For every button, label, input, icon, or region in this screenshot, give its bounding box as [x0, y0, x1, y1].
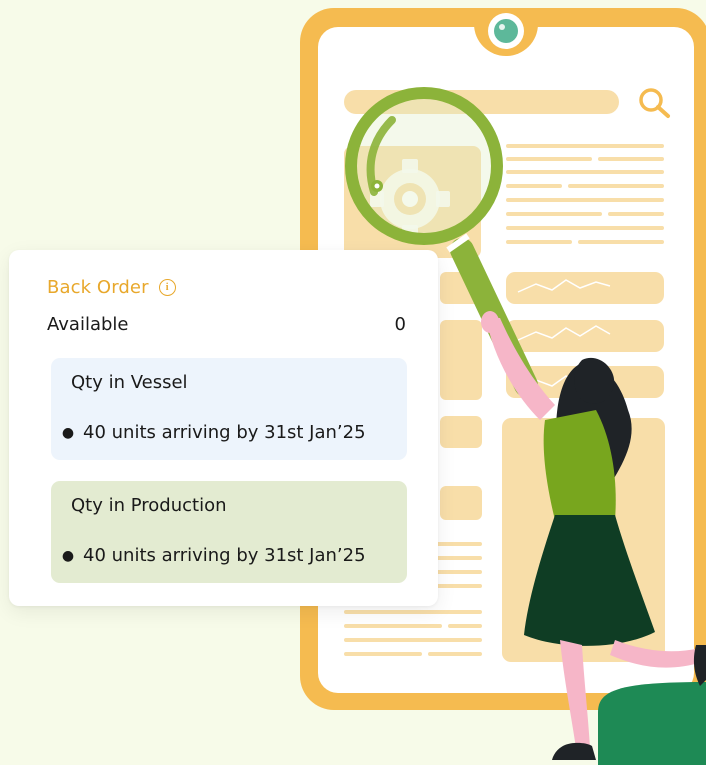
- available-row: Available 0: [47, 314, 406, 335]
- qty-in-production-section: Qty in Production ● 40 units arriving by…: [51, 481, 407, 583]
- info-circle-icon[interactable]: i: [158, 279, 176, 296]
- vessel-arrival-text: 40 units arriving by 31st Jan’25: [83, 422, 366, 443]
- bullet-icon: ●: [61, 424, 75, 441]
- ground-shape: [598, 682, 706, 765]
- qty-in-vessel-section: Qty in Vessel ● 40 units arriving by 31s…: [51, 358, 407, 460]
- bullet-icon: ●: [61, 547, 75, 564]
- available-value: 0: [394, 314, 406, 335]
- list-item: ● 40 units arriving by 31st Jan’25: [61, 422, 366, 443]
- production-arrival-text: 40 units arriving by 31st Jan’25: [83, 545, 366, 566]
- qty-in-vessel-title: Qty in Vessel: [71, 372, 188, 393]
- qty-in-production-title: Qty in Production: [71, 495, 227, 516]
- available-label: Available: [47, 314, 129, 335]
- list-item: ● 40 units arriving by 31st Jan’25: [61, 545, 366, 566]
- back-order-title: Back Order: [47, 277, 149, 298]
- card-header: Back Order i: [47, 277, 176, 298]
- back-order-card: Back Order i Available 0 Qty in Vessel ●…: [9, 250, 438, 606]
